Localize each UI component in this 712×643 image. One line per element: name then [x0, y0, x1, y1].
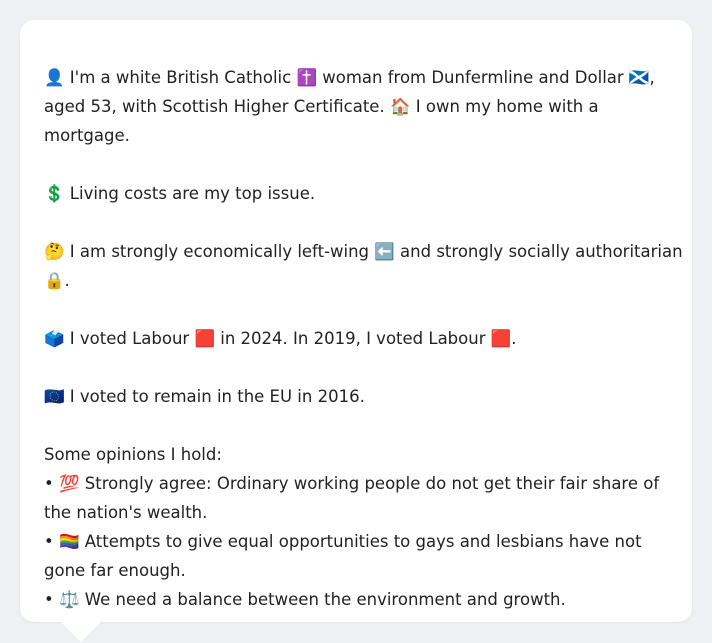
opinion-item: • ⚖️ We need a balance between the envir… — [44, 590, 566, 609]
top-issue-line: 💲 Living costs are my top issue. — [44, 184, 316, 203]
vote-history-line: 🗳️ I voted Labour 🟥 in 2024. In 2019, I … — [44, 329, 517, 348]
identity-line: 👤 I'm a white British Catholic ✝️ woman … — [44, 68, 655, 87]
opinion-item: • 🏳️‍🌈 Attempts to give equal opportunit… — [44, 532, 642, 551]
persona-description: 👤 I'm a white British Catholic ✝️ woman … — [44, 63, 683, 614]
ideology-line: 🔒. — [44, 271, 70, 290]
opinions-header: Some opinions I hold: — [44, 445, 222, 464]
opinion-item: the nation's wealth. — [44, 503, 208, 522]
bubble-tail — [61, 622, 101, 642]
opinion-item: gone far enough. — [44, 561, 186, 580]
identity-line: aged 53, with Scottish Higher Certificat… — [44, 97, 599, 116]
ideology-line: 🤔 I am strongly economically left-wing ⬅… — [44, 242, 683, 261]
eu-vote-line: 🇪🇺 I voted to remain in the EU in 2016. — [44, 387, 365, 406]
identity-line: mortgage. — [44, 126, 130, 145]
persona-message-bubble: 👤 I'm a white British Catholic ✝️ woman … — [20, 20, 692, 642]
opinion-item: • 💯 Strongly agree: Ordinary working peo… — [44, 474, 660, 493]
